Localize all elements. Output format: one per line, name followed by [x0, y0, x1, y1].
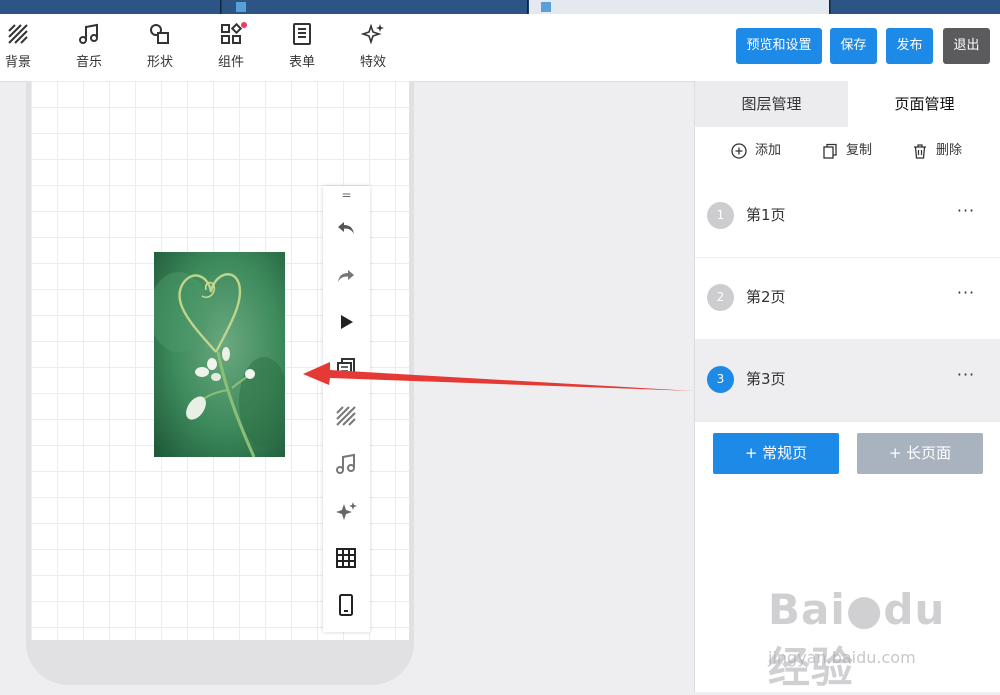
watermark-brand: Bai	[768, 585, 846, 634]
paw-icon: ●	[845, 585, 884, 634]
watermark-url: jingyan.baidu.com	[768, 648, 916, 667]
watermark-brand-2: du	[883, 585, 946, 634]
baidu-watermark: Bai●du 经验	[768, 585, 1000, 695]
red-arrow-icon	[303, 362, 694, 391]
